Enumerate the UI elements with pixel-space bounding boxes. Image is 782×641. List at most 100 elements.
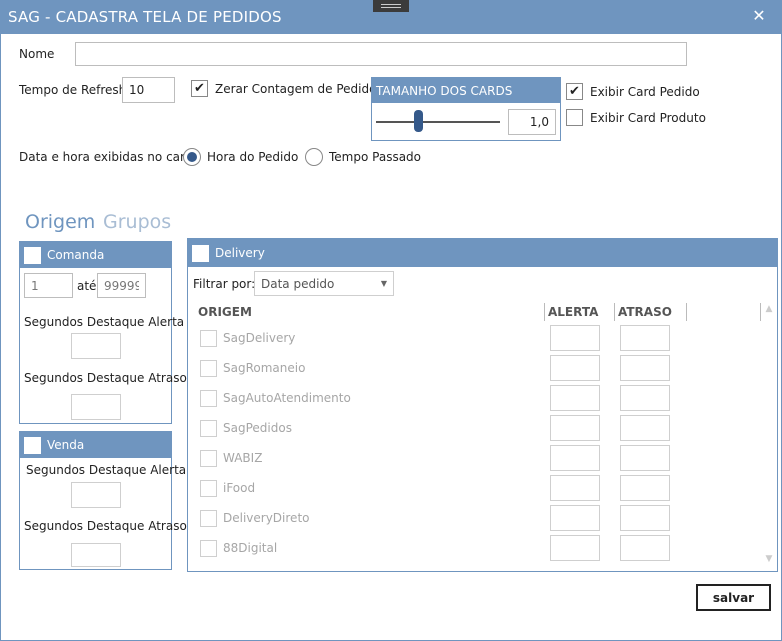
close-icon[interactable]: ✕ <box>748 5 770 27</box>
origin-atraso-input[interactable] <box>620 325 670 351</box>
origin-checkbox[interactable] <box>200 329 217 347</box>
filtrar-select[interactable]: Data pedido ▼ <box>254 271 394 296</box>
refresh-label: Tempo de Refresh <box>19 83 127 97</box>
card-size-slider-thumb[interactable] <box>414 110 423 132</box>
tab-origem[interactable]: Origem <box>25 211 95 233</box>
origin-checkbox[interactable] <box>200 359 217 377</box>
origin-atraso-input[interactable] <box>620 475 670 501</box>
check-icon: ✔ <box>194 81 205 96</box>
origin-atraso-input[interactable] <box>620 535 670 561</box>
venda-checkbox[interactable] <box>24 436 41 454</box>
refresh-input[interactable] <box>122 77 175 103</box>
table-row: SagDelivery <box>192 323 762 353</box>
save-button[interactable]: salvar <box>696 584 771 611</box>
comanda-header: Comanda <box>20 242 171 268</box>
origin-alerta-input[interactable] <box>550 355 600 381</box>
origin-checkbox[interactable] <box>200 539 217 557</box>
scroll-down-icon[interactable]: ▼ <box>762 554 776 564</box>
exibir-card-pedido-label: Exibir Card Pedido <box>590 85 700 99</box>
delivery-title: Delivery <box>215 246 265 260</box>
col-divider <box>544 303 545 321</box>
card-size-title: TAMANHO DOS CARDS <box>372 78 560 103</box>
table-row: SagPedidos <box>192 413 762 443</box>
table-row: WABIZ <box>192 443 762 473</box>
origin-name: SagAutoAtendimento <box>223 391 351 405</box>
origin-checkbox[interactable] <box>200 389 217 407</box>
table-row: iFood <box>192 473 762 503</box>
origin-name: DeliveryDireto <box>223 511 310 525</box>
origin-alerta-input[interactable] <box>550 475 600 501</box>
hora-pedido-label: Hora do Pedido <box>207 150 299 164</box>
origin-alerta-input[interactable] <box>550 505 600 531</box>
nome-input[interactable] <box>75 42 687 66</box>
comanda-alerta-input[interactable] <box>71 333 121 359</box>
origin-atraso-input[interactable] <box>620 385 670 411</box>
venda-atraso-label: Segundos Destaque Atraso <box>24 519 187 533</box>
tempo-passado-label: Tempo Passado <box>329 150 422 164</box>
venda-atraso-input[interactable] <box>71 543 121 567</box>
col-divider <box>686 303 687 321</box>
origin-name: SagDelivery <box>223 331 296 345</box>
table-row: SagRomaneio <box>192 353 762 383</box>
venda-header: Venda <box>20 432 171 458</box>
window-title: SAG - CADASTRA TELA DE PEDIDOS <box>8 8 282 26</box>
filtrar-select-value: Data pedido <box>261 276 335 291</box>
origin-name: SagRomaneio <box>223 361 306 375</box>
table-row: 88Digital <box>192 533 762 563</box>
origin-checkbox[interactable] <box>200 509 217 527</box>
tab-grupos[interactable]: Grupos <box>103 211 171 233</box>
delivery-header: Delivery <box>188 239 777 267</box>
col-divider <box>614 303 615 321</box>
card-size-slider-track[interactable] <box>376 121 500 123</box>
origin-alerta-input[interactable] <box>550 385 600 411</box>
drag-grip[interactable] <box>373 0 409 12</box>
origin-name: iFood <box>223 481 256 495</box>
comanda-checkbox[interactable] <box>24 246 41 264</box>
venda-alerta-label: Segundos Destaque Alerta <box>26 463 187 477</box>
origin-atraso-input[interactable] <box>620 415 670 441</box>
table-row: DeliveryDireto <box>192 503 762 533</box>
comanda-to-input[interactable] <box>97 273 146 298</box>
comanda-title: Comanda <box>47 248 105 262</box>
origin-checkbox[interactable] <box>200 419 217 437</box>
comanda-alerta-label: Segundos Destaque Alerta <box>24 315 185 329</box>
exibir-card-produto-checkbox[interactable] <box>566 109 583 126</box>
col-divider <box>760 303 761 321</box>
col-atraso-header: ATRASO <box>618 305 672 319</box>
col-alerta-header: ALERTA <box>548 305 599 319</box>
grid-scrollbar[interactable]: ▲ ▼ <box>762 300 776 568</box>
exibir-card-pedido-checkbox[interactable]: ✔ <box>566 83 583 100</box>
zerar-contagem-checkbox[interactable]: ✔ <box>191 80 208 97</box>
data-hora-label: Data e hora exibidas no card <box>19 150 193 164</box>
nome-label: Nome <box>19 47 55 61</box>
venda-alerta-input[interactable] <box>71 482 121 508</box>
origin-atraso-input[interactable] <box>620 355 670 381</box>
zerar-contagem-label: Zerar Contagem de Pedidos <box>215 82 383 96</box>
origin-name: 88Digital <box>223 541 278 555</box>
tempo-passado-radio[interactable] <box>305 148 323 166</box>
origin-atraso-input[interactable] <box>620 445 670 471</box>
origin-checkbox[interactable] <box>200 449 217 467</box>
origin-name: SagPedidos <box>223 421 292 435</box>
scroll-up-icon[interactable]: ▲ <box>762 304 776 314</box>
table-row: SagAutoAtendimento <box>192 383 762 413</box>
check-icon: ✔ <box>569 84 580 99</box>
comanda-atraso-input[interactable] <box>71 394 121 420</box>
exibir-card-produto-label: Exibir Card Produto <box>590 111 706 125</box>
origin-alerta-input[interactable] <box>550 415 600 441</box>
origin-alerta-input[interactable] <box>550 445 600 471</box>
filtrar-label: Filtrar por: <box>193 277 256 291</box>
delivery-checkbox[interactable] <box>192 244 209 262</box>
origin-atraso-input[interactable] <box>620 505 670 531</box>
origin-alerta-input[interactable] <box>550 535 600 561</box>
comanda-from-input[interactable] <box>24 273 73 298</box>
origin-name: WABIZ <box>223 451 263 465</box>
venda-title: Venda <box>47 438 85 452</box>
card-size-input[interactable] <box>508 109 556 135</box>
comanda-ate-label: até <box>77 279 97 293</box>
comanda-atraso-label: Segundos Destaque Atraso <box>24 371 187 385</box>
origin-alerta-input[interactable] <box>550 325 600 351</box>
hora-pedido-radio[interactable] <box>183 148 201 166</box>
origin-checkbox[interactable] <box>200 479 217 497</box>
chevron-down-icon: ▼ <box>380 279 387 288</box>
